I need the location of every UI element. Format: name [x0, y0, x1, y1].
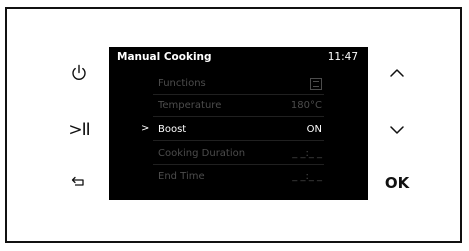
clock-time: 11:47: [327, 51, 358, 63]
back-arrow-icon: [71, 175, 87, 187]
menu-item-value: _ _:_ _: [292, 148, 322, 159]
play-pause-button[interactable]: >II: [59, 115, 99, 145]
menu-item-cooking-duration[interactable]: Cooking Duration _ _:_ _: [109, 143, 368, 165]
menu-item-value: 180°C: [290, 100, 322, 111]
back-button[interactable]: [59, 166, 99, 196]
ok-button[interactable]: OK: [377, 168, 417, 198]
menu-item-label: Boost: [158, 124, 187, 135]
power-icon: [70, 64, 88, 82]
up-button[interactable]: [377, 58, 417, 88]
ok-label: OK: [384, 174, 410, 192]
screen-header: Manual Cooking 11:47: [109, 47, 368, 65]
menu-item-functions[interactable]: Functions: [109, 73, 368, 95]
display-screen: Manual Cooking 11:47 Functions Temperatu…: [109, 47, 368, 200]
selection-indicator: >: [141, 123, 150, 134]
menu-item-temperature[interactable]: Temperature 180°C: [109, 95, 368, 117]
menu-item-boost[interactable]: > Boost ON: [109, 119, 368, 141]
divider: [153, 140, 324, 141]
menu-item-label: Temperature: [158, 100, 222, 111]
menu-item-label: End Time: [158, 171, 205, 182]
screen-title: Manual Cooking: [117, 51, 212, 63]
chevron-up-icon: [389, 68, 405, 78]
power-button[interactable]: [59, 58, 99, 88]
oven-function-icon: [310, 78, 322, 90]
down-button[interactable]: [377, 115, 417, 145]
menu-item-end-time[interactable]: End Time _ _:_ _: [109, 166, 368, 188]
play-pause-label: >II: [68, 120, 90, 140]
divider: [153, 116, 324, 117]
menu-item-label: Cooking Duration: [158, 148, 246, 159]
divider: [153, 164, 324, 165]
chevron-down-icon: [389, 125, 405, 135]
menu-item-label: Functions: [158, 78, 206, 89]
menu-item-value: ON: [306, 124, 322, 135]
menu-item-value: _ _:_ _: [292, 171, 322, 182]
